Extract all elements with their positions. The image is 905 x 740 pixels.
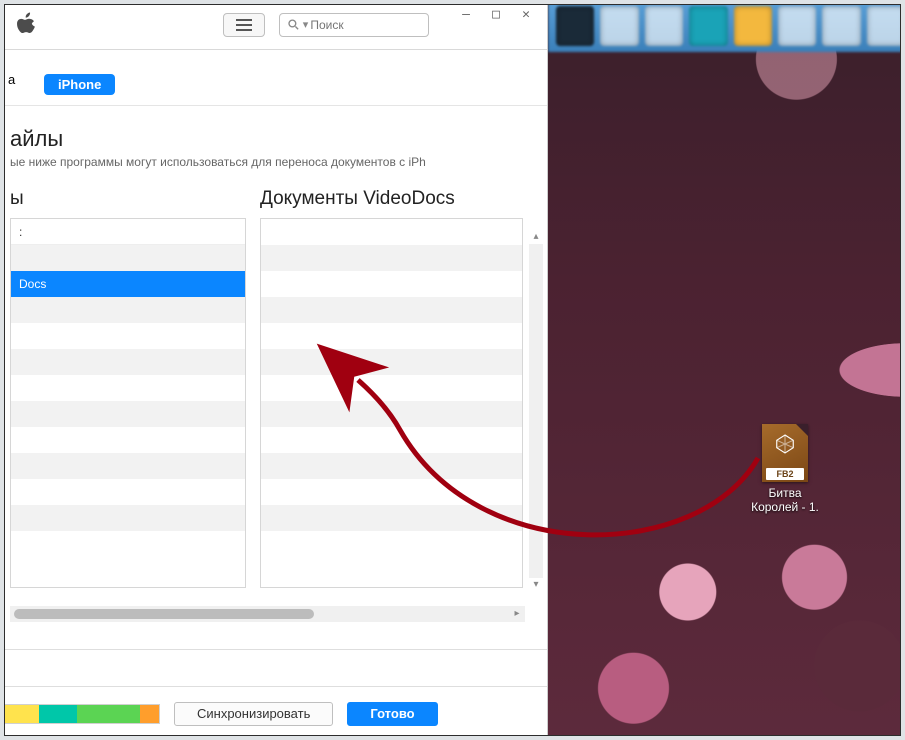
- docs-list-row[interactable]: [261, 323, 522, 349]
- apps-list-row[interactable]: [11, 349, 245, 375]
- view-list-button[interactable]: [223, 13, 265, 37]
- titlebar: ▾ — □ ✕: [0, 0, 547, 50]
- file-badge: FB2: [766, 468, 804, 480]
- docs-list-row[interactable]: [261, 427, 522, 453]
- apps-list-header: :: [11, 219, 245, 245]
- docs-list-row[interactable]: [261, 453, 522, 479]
- docs-list-row[interactable]: [261, 401, 522, 427]
- taskbar-app-4[interactable]: [689, 6, 727, 46]
- docs-column-header: Документы VideoDocs: [260, 188, 523, 210]
- apple-logo-icon: [16, 12, 38, 38]
- apps-list-row[interactable]: [11, 453, 245, 479]
- section-title-files: айлы: [10, 126, 523, 152]
- bottom-bar: Синхронизировать Готово: [0, 686, 547, 740]
- apps-list[interactable]: : Docs: [10, 218, 246, 588]
- itunes-window: ▾ — □ ✕ а iPhone айлы ые ниже программы …: [0, 0, 548, 740]
- desktop-file-fb2[interactable]: FB2 Битва Королей - 1.: [740, 424, 830, 514]
- docs-list-row[interactable]: [261, 479, 522, 505]
- section-subtitle: ые ниже программы могут использоваться д…: [10, 154, 523, 170]
- scroll-up-icon[interactable]: ▴: [533, 230, 538, 244]
- documents-list[interactable]: [260, 218, 523, 588]
- taskbar-app-3[interactable]: [645, 6, 683, 46]
- apps-list-row[interactable]: [11, 505, 245, 531]
- content-area: айлы ые ниже программы могут использоват…: [0, 106, 547, 740]
- taskbar-app-8[interactable]: [867, 6, 905, 46]
- taskbar-app-1[interactable]: [556, 6, 594, 46]
- scrollbar-thumb[interactable]: [14, 609, 314, 619]
- apps-list-row[interactable]: [11, 245, 245, 271]
- search-input[interactable]: [310, 18, 420, 32]
- docs-list-row[interactable]: [261, 271, 522, 297]
- apps-list-row[interactable]: [11, 531, 245, 557]
- tab-iphone[interactable]: iPhone: [44, 74, 115, 95]
- apps-list-row[interactable]: [11, 479, 245, 505]
- divider: [0, 649, 547, 650]
- scroll-down-icon[interactable]: ▾: [533, 578, 538, 592]
- done-button[interactable]: Готово: [347, 702, 437, 726]
- close-button[interactable]: ✕: [513, 4, 539, 24]
- apps-list-row-selected[interactable]: Docs: [11, 271, 245, 297]
- docs-list-row[interactable]: [261, 531, 522, 557]
- taskbar-app-2[interactable]: [600, 6, 638, 46]
- apps-list-row[interactable]: [11, 297, 245, 323]
- vertical-scrollbar[interactable]: ▴ ▾: [529, 230, 543, 592]
- apps-list-row[interactable]: [11, 375, 245, 401]
- taskbar-app-5[interactable]: [734, 6, 772, 46]
- docs-list-row[interactable]: [261, 297, 522, 323]
- fb2-file-icon: FB2: [762, 424, 808, 482]
- docs-list-row[interactable]: [261, 349, 522, 375]
- taskbar-app-7[interactable]: [822, 6, 860, 46]
- search-field[interactable]: ▾: [279, 13, 429, 37]
- docs-list-row[interactable]: [261, 375, 522, 401]
- apps-list-row[interactable]: [11, 427, 245, 453]
- apps-list-row[interactable]: [11, 401, 245, 427]
- sync-button[interactable]: Синхронизировать: [174, 702, 333, 726]
- horizontal-scrollbar[interactable]: ▸: [10, 606, 525, 622]
- scroll-right-icon[interactable]: ▸: [509, 606, 525, 622]
- breadcrumb-cut: а: [8, 72, 15, 87]
- docs-list-row[interactable]: [261, 505, 522, 531]
- taskbar: [548, 0, 905, 52]
- desktop-file-name: Битва Королей - 1.: [751, 486, 819, 514]
- apps-column-header: ы: [10, 188, 246, 210]
- taskbar-app-6[interactable]: [778, 6, 816, 46]
- docs-list-row[interactable]: [261, 219, 522, 245]
- storage-usage-bar: [0, 704, 160, 724]
- docs-list-row[interactable]: [261, 245, 522, 271]
- tabs-row: iPhone: [0, 50, 547, 106]
- maximize-button[interactable]: □: [483, 4, 509, 24]
- minimize-button[interactable]: —: [453, 4, 479, 24]
- search-dropdown-icon: ▾: [303, 18, 309, 31]
- search-icon: [288, 18, 299, 31]
- apps-list-row[interactable]: [11, 323, 245, 349]
